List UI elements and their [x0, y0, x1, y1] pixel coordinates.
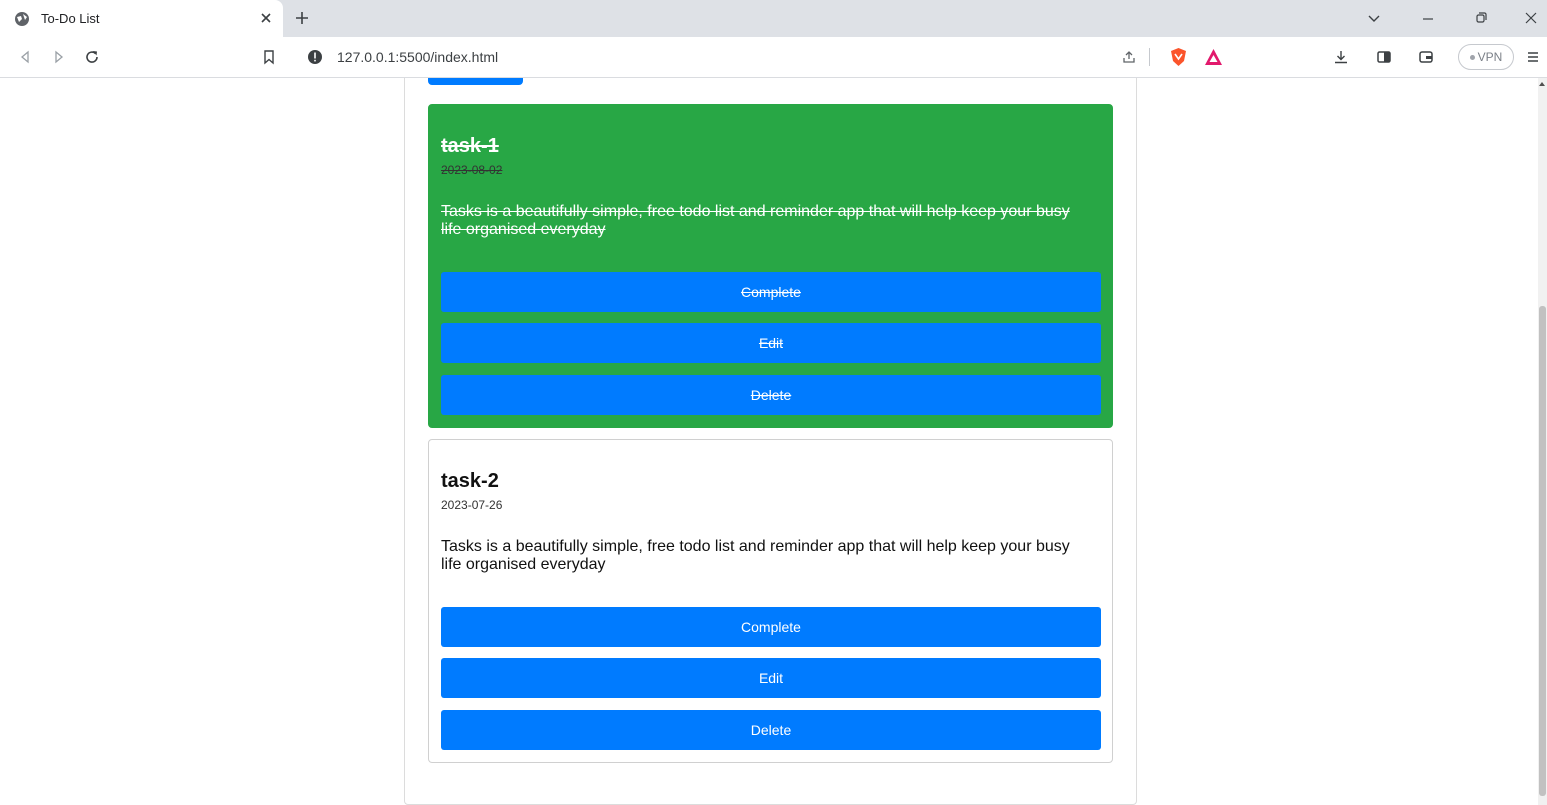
task-card: task-2 2023-07-26 Tasks is a beautifully…: [428, 439, 1113, 763]
edit-button[interactable]: Edit: [441, 323, 1101, 363]
toolbar-divider: [1149, 48, 1150, 66]
tab-strip: To-Do List: [0, 0, 1547, 37]
complete-button[interactable]: Complete: [441, 607, 1101, 647]
minimize-icon[interactable]: [1420, 10, 1436, 26]
sidebar-icon[interactable]: [1376, 49, 1392, 65]
vpn-button[interactable]: VPN: [1458, 44, 1514, 70]
brave-rewards-icon[interactable]: [1204, 48, 1223, 66]
share-icon[interactable]: [1121, 49, 1137, 65]
task-title: task-1: [441, 135, 499, 157]
reload-icon[interactable]: [84, 49, 100, 65]
complete-button[interactable]: Complete: [441, 272, 1101, 312]
task-date: 2023-08-02: [441, 163, 503, 177]
restore-icon[interactable]: [1473, 10, 1489, 26]
browser-tab[interactable]: To-Do List: [0, 0, 283, 37]
task-card-completed: task-1 2023-08-02 Tasks is a beautifully…: [428, 104, 1113, 428]
tab-title: To-Do List: [41, 11, 100, 26]
new-tab-icon[interactable]: [293, 9, 311, 27]
task-title: task-2: [441, 470, 499, 492]
globe-icon: [15, 12, 29, 26]
scroll-up-arrow-icon[interactable]: [1539, 82, 1545, 86]
task-description: Tasks is a beautifully simple, free todo…: [441, 203, 1070, 238]
page-scrollbar[interactable]: [1538, 78, 1547, 805]
bookmark-icon[interactable]: [261, 49, 277, 65]
browser-toolbar: 127.0.0.1:5500/index.html VPN: [0, 37, 1547, 78]
page-viewport: task-1 2023-08-02 Tasks is a beautifully…: [0, 78, 1547, 805]
task-date: 2023-07-26: [441, 498, 503, 512]
tab-search-chevron-icon[interactable]: [1366, 10, 1382, 26]
address-bar[interactable]: 127.0.0.1:5500/index.html: [290, 41, 1235, 73]
edit-button[interactable]: Edit: [441, 658, 1101, 698]
info-icon[interactable]: [307, 49, 323, 65]
brave-shields-icon[interactable]: [1169, 47, 1188, 67]
delete-button[interactable]: Delete: [441, 710, 1101, 750]
vpn-label: VPN: [1477, 50, 1503, 64]
url-text: 127.0.0.1:5500/index.html: [337, 49, 499, 65]
forward-icon[interactable]: [51, 49, 67, 65]
vpn-status-dot: [1469, 54, 1475, 60]
task-description: Tasks is a beautifully simple, free todo…: [441, 538, 1070, 573]
add-task-button[interactable]: [428, 78, 523, 85]
close-tab-icon[interactable]: [257, 9, 275, 27]
download-icon[interactable]: [1333, 49, 1349, 65]
wallet-icon[interactable]: [1418, 49, 1434, 65]
delete-button[interactable]: Delete: [441, 375, 1101, 415]
back-icon[interactable]: [17, 49, 33, 65]
menu-icon[interactable]: [1525, 49, 1541, 65]
close-window-icon[interactable]: [1523, 10, 1539, 26]
scrollbar-thumb[interactable]: [1539, 306, 1546, 796]
